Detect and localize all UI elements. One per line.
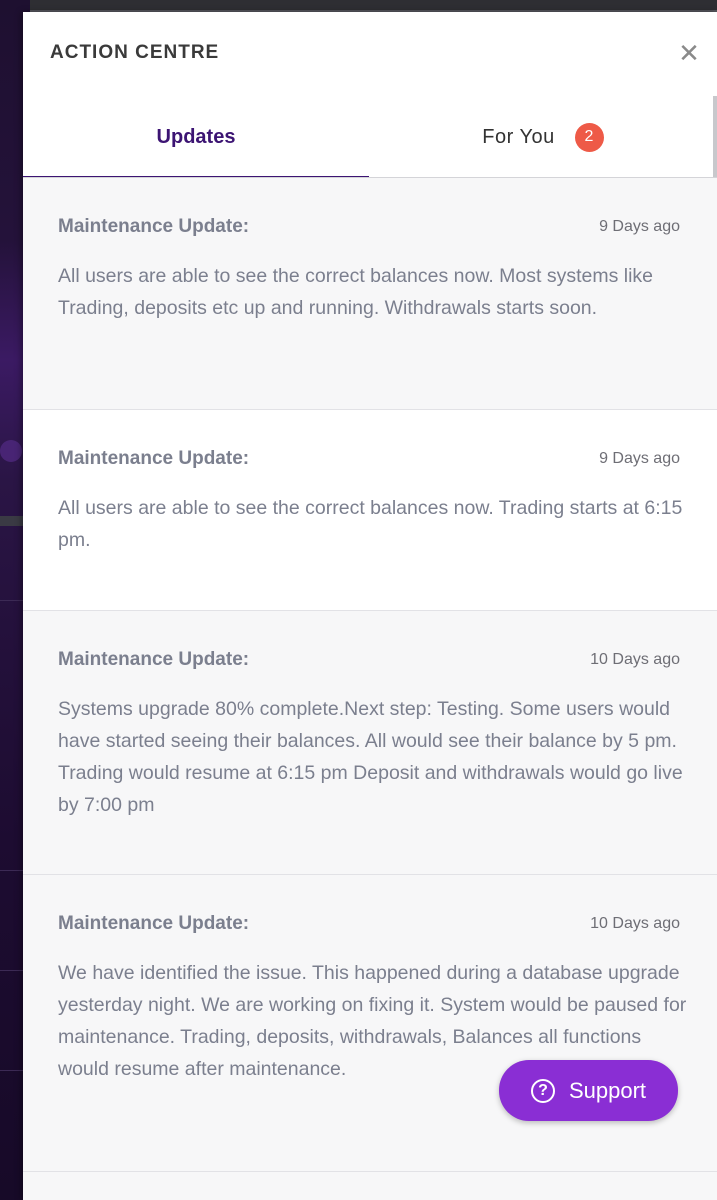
update-title: Maintenance Update: xyxy=(58,913,250,934)
action-centre-panel: ACTION CENTRE ✕ Updates For You 2 Mainte… xyxy=(23,12,717,1200)
scrollbar[interactable] xyxy=(713,96,717,178)
update-timestamp: 10 Days ago xyxy=(590,651,680,668)
update-timestamp: 9 Days ago xyxy=(599,218,680,235)
tab-updates[interactable]: Updates xyxy=(23,96,369,179)
background-decoration xyxy=(0,440,22,462)
tab-for-you[interactable]: For You 2 xyxy=(369,96,717,178)
notification-badge: 2 xyxy=(574,122,604,152)
update-title: Maintenance Update: xyxy=(58,448,250,469)
update-title: Maintenance Update: xyxy=(58,216,250,237)
panel-header: ACTION CENTRE ✕ xyxy=(23,12,717,96)
update-title: Maintenance Update: xyxy=(58,649,250,670)
tab-updates-label: Updates xyxy=(156,125,236,148)
update-card[interactable]: Maintenance Update: 9 Days ago All users… xyxy=(23,178,717,410)
update-body: All users are able to see the correct ba… xyxy=(58,497,683,551)
question-circle-icon: ? xyxy=(530,1078,555,1103)
tab-for-you-label: For You xyxy=(482,125,555,148)
tab-bar: Updates For You 2 xyxy=(23,96,717,179)
update-card[interactable]: Maintenance Update: 10 Days ago Systems … xyxy=(23,611,717,875)
panel-title: ACTION CENTRE xyxy=(50,42,220,63)
update-body: All users are able to see the correct ba… xyxy=(58,265,654,319)
support-label: Support xyxy=(568,1077,647,1103)
updates-list: Maintenance Update: 9 Days ago All users… xyxy=(23,178,717,1172)
update-timestamp: 9 Days ago xyxy=(599,450,680,467)
support-button[interactable]: ? Support xyxy=(499,1060,678,1121)
close-icon[interactable]: ✕ xyxy=(675,39,703,69)
update-card[interactable]: Maintenance Update: 10 Days ago We have … xyxy=(23,875,717,1172)
update-card[interactable]: Maintenance Update: 9 Days ago All users… xyxy=(23,410,717,611)
update-timestamp: 10 Days ago xyxy=(590,915,680,932)
update-body: Systems upgrade 80% complete.Next step: … xyxy=(58,698,683,816)
